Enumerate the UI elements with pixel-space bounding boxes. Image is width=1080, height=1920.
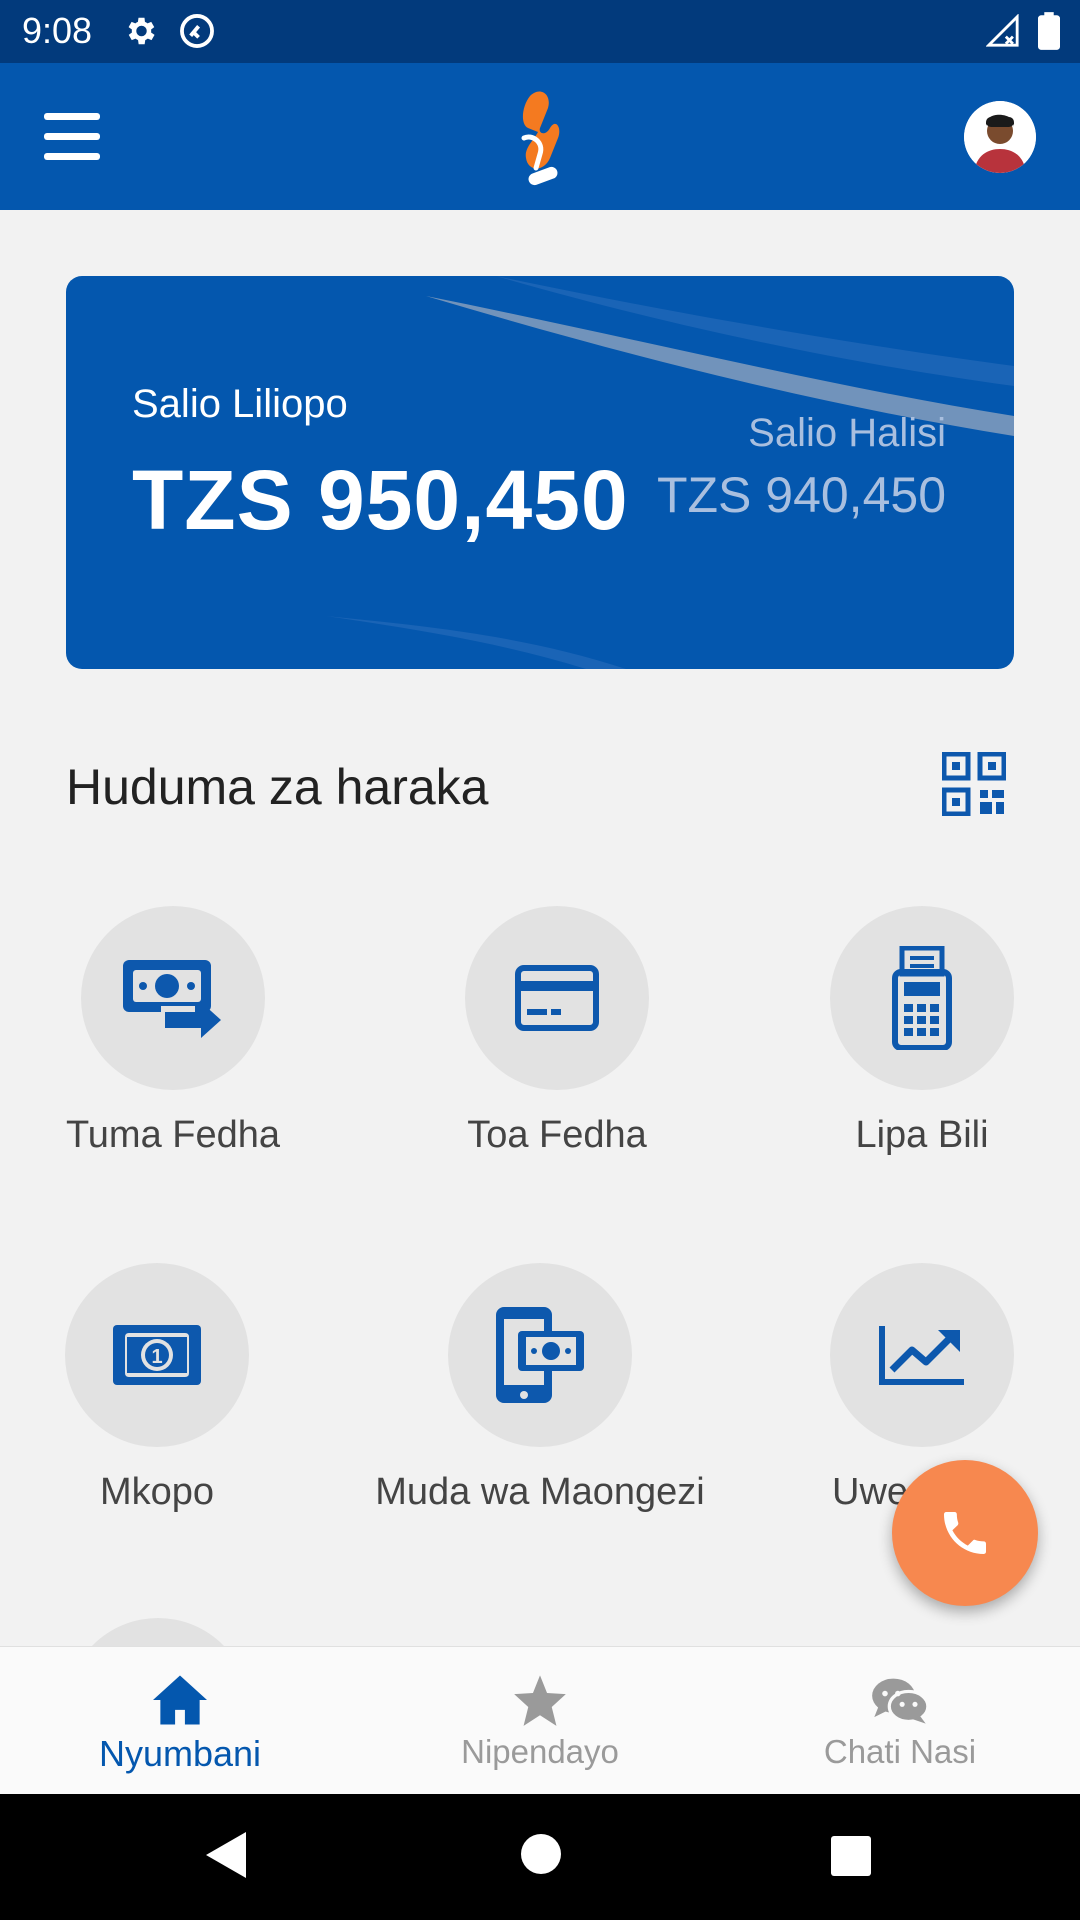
service-label: Tuma Fedha [65,1114,281,1156]
phone-icon [944,1512,986,1554]
battery-icon [1038,12,1060,50]
hamburger-icon[interactable] [44,113,100,161]
home-button[interactable] [521,1834,561,1874]
available-balance-value: TZS 950,450 [132,453,629,547]
app-bar [0,63,1080,210]
service-icon-circle [81,906,265,1090]
service-icon-circle [830,906,1014,1090]
quick-services-title: Huduma za haraka [66,759,489,815]
signal-icon [986,14,1019,47]
service-icon-circle [448,1263,632,1447]
gear-icon [128,17,155,45]
nav-label: Nipendayo [461,1733,619,1770]
actual-balance-value: TZS 940,450 [656,467,946,523]
app-logo [521,91,560,186]
status-time: 9:08 [22,10,93,51]
chart-trend-icon [879,1326,964,1385]
bottom-nav: Nyumbani Nipendayo Chati Nasi [0,1646,1080,1794]
cast-icon [180,14,214,48]
back-icon[interactable] [204,1830,248,1880]
available-balance-label: Salio Liliopo [132,382,348,426]
service-tuma-fedha[interactable]: Tuma Fedha [0,906,353,1157]
service-label: Muda wa Maongezi [375,1471,705,1513]
recent-apps-button[interactable] [831,1836,871,1876]
service-label: Lipa Bili [855,1114,989,1156]
balance-card[interactable]: Salio Liliopo TZS 950,450 Salio Halisi T… [66,276,1014,669]
nav-item-nipendayo[interactable]: Nipendayo [360,1647,720,1795]
service-label: Mkopo [99,1471,215,1513]
nav-label: Nyumbani [98,1733,262,1774]
system-navigation-bar [0,1794,1080,1920]
service-label: Toa Fedha [467,1114,647,1156]
phone-money-icon [496,1307,584,1403]
service-uwe[interactable]: Uwe [742,1263,1080,1514]
qr-code-icon[interactable] [942,752,1006,816]
bill-calculator-icon [892,946,952,1050]
nav-label: Chati Nasi [823,1733,977,1770]
service-icon-circle [830,1263,1014,1447]
nav-item-nyumbani[interactable]: Nyumbani [0,1647,360,1795]
home-icon [153,1675,207,1725]
service-lipa-bili[interactable]: Lipa Bili [742,906,1080,1157]
service-toa-fedha[interactable]: Toa Fedha [377,906,737,1157]
nav-item-chati-nasi[interactable]: Chati Nasi [720,1647,1080,1795]
user-avatar[interactable] [964,101,1036,173]
card-icon [515,965,599,1031]
actual-balance-label: Salio Halisi [748,411,946,455]
send-money-icon [123,960,221,1038]
call-fab[interactable] [892,1460,1038,1606]
status-bar: 9:08 [0,0,1080,63]
chat-bubbles-icon [872,1678,930,1724]
service-muda-wa-maongezi[interactable]: Muda wa Maongezi [360,1263,720,1514]
service-mkopo[interactable]: 1 Mkopo [0,1263,337,1514]
banknote-icon: 1 [113,1325,201,1385]
svg-text:1: 1 [151,1346,162,1368]
service-icon-circle: 1 [65,1263,249,1447]
star-icon [514,1675,566,1726]
service-icon-circle [465,906,649,1090]
